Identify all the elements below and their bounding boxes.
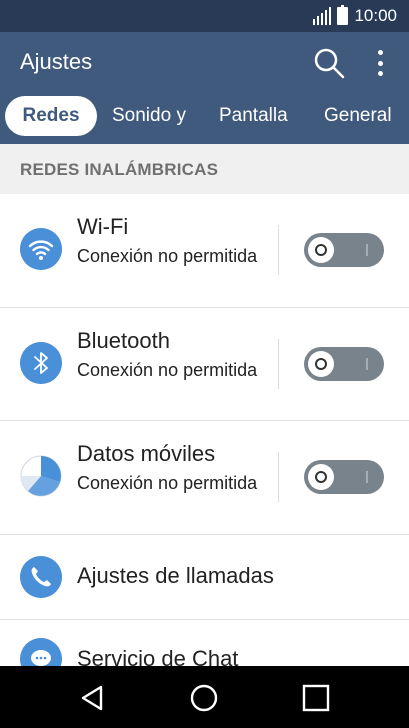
setting-title: Bluetooth	[77, 328, 170, 353]
app-bar: Ajustes Redes Sonido y Pantalla General	[0, 32, 409, 144]
tab-pantalla[interactable]: Pantalla	[219, 96, 288, 136]
bluetooth-icon	[20, 342, 62, 384]
row-divider	[278, 452, 279, 502]
wifi-toggle[interactable]	[304, 233, 384, 267]
search-icon[interactable]	[312, 46, 346, 80]
toggle-knob	[308, 237, 334, 263]
section-header: REDES INALÁMBRICAS	[0, 144, 409, 194]
bluetooth-toggle[interactable]	[304, 347, 384, 381]
recent-apps-icon[interactable]	[301, 683, 331, 713]
tab-general[interactable]: General	[324, 96, 392, 136]
setting-row-chat[interactable]: Servicio de Chat	[0, 620, 409, 666]
section-title: REDES INALÁMBRICAS	[20, 160, 219, 179]
mobile-data-toggle[interactable]	[304, 460, 384, 494]
status-indicators: 10:00	[313, 5, 397, 26]
navigation-bar	[0, 666, 409, 728]
setting-row-mobile-data[interactable]: Datos móviles Conexión no permitida	[0, 421, 409, 535]
setting-title: Wi-Fi	[77, 214, 129, 239]
status-bar: 10:00	[0, 0, 409, 32]
setting-status: Conexión no permitida	[77, 473, 258, 493]
setting-title: Servicio de Chat	[77, 646, 239, 666]
more-options-icon[interactable]	[372, 48, 388, 78]
tab-bar: Redes Sonido y Pantalla General	[0, 96, 409, 140]
signal-icon	[313, 7, 332, 25]
setting-status: Conexión no permitida	[77, 246, 258, 266]
tab-redes[interactable]: Redes	[5, 96, 97, 136]
toggle-knob	[308, 351, 334, 377]
chat-icon	[20, 638, 62, 666]
home-icon[interactable]	[189, 683, 219, 713]
row-divider	[278, 225, 279, 275]
phone-icon	[20, 556, 62, 598]
row-divider	[278, 339, 279, 389]
mobile-data-icon	[20, 455, 62, 497]
page-title: Ajustes	[20, 49, 93, 74]
setting-title: Datos móviles	[77, 441, 216, 466]
toggle-knob	[308, 464, 334, 490]
battery-icon	[337, 5, 349, 25]
setting-row-wifi[interactable]: Wi-Fi Conexión no permitida	[0, 194, 409, 308]
setting-row-bluetooth[interactable]: Bluetooth Conexión no permitida	[0, 308, 409, 421]
setting-status: Conexión no permitida	[77, 360, 258, 380]
setting-title: Ajustes de llamadas	[77, 563, 274, 588]
status-time: 10:00	[354, 6, 397, 25]
tab-sonido[interactable]: Sonido y	[112, 96, 186, 136]
setting-row-calls[interactable]: Ajustes de llamadas	[0, 535, 409, 620]
back-icon[interactable]	[78, 683, 108, 713]
wifi-icon	[20, 228, 62, 270]
